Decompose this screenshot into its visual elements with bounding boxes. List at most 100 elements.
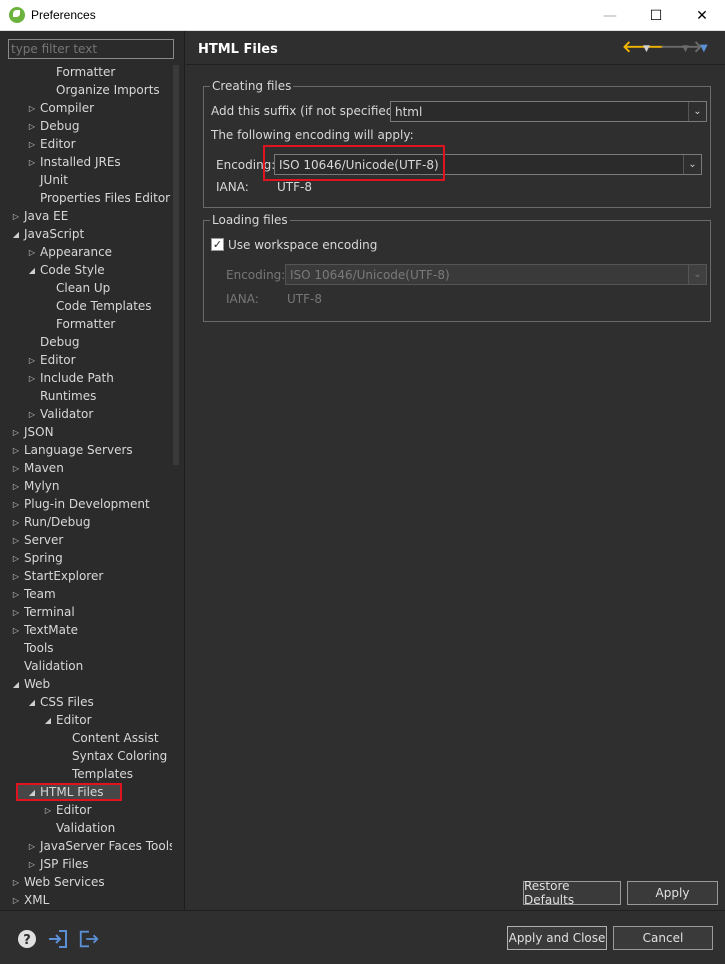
- chevron-right-icon[interactable]: ▷: [40, 806, 56, 815]
- chevron-right-icon[interactable]: ▷: [24, 158, 40, 167]
- tree-item[interactable]: ▷ Web Services: [0, 873, 168, 891]
- chevron-right-icon[interactable]: ▷: [24, 860, 40, 869]
- tree-item[interactable]: Code Templates: [0, 297, 168, 315]
- tree-item[interactable]: ◢ JavaScript: [0, 225, 168, 243]
- tree-item[interactable]: Validation: [0, 819, 168, 837]
- chevron-down-icon[interactable]: ◢: [8, 230, 24, 239]
- tree-item[interactable]: Syntax Coloring: [0, 747, 168, 765]
- chevron-right-icon[interactable]: ▷: [8, 590, 24, 599]
- tree-item[interactable]: ◢ HTML Files: [16, 783, 122, 801]
- chevron-right-icon[interactable]: ▷: [24, 374, 40, 383]
- loading-encoding-combo[interactable]: ISO 10646/Unicode(UTF-8) ⌄: [285, 264, 707, 285]
- chevron-right-icon[interactable]: ▷: [8, 446, 24, 455]
- tree-scrollbar-thumb[interactable]: [173, 65, 179, 465]
- chevron-down-icon[interactable]: ◢: [24, 266, 40, 275]
- chevron-right-icon[interactable]: ▷: [8, 428, 24, 437]
- tree-item[interactable]: ▷ JavaServer Faces Tools: [0, 837, 175, 855]
- chevron-down-icon[interactable]: ◢: [24, 788, 40, 797]
- tree-item[interactable]: Clean Up: [0, 279, 168, 297]
- tree-item[interactable]: Debug: [0, 333, 168, 351]
- tree-item[interactable]: ◢ CSS Files: [0, 693, 168, 711]
- tree-item[interactable]: ◢ Web: [0, 675, 168, 693]
- tree-item[interactable]: Validation: [0, 657, 168, 675]
- tree-item[interactable]: ▷ Mylyn: [0, 477, 168, 495]
- chevron-right-icon[interactable]: ▷: [8, 500, 24, 509]
- tree-item[interactable]: ▷ JSON: [0, 423, 168, 441]
- tree-scrollbar[interactable]: [172, 63, 180, 908]
- chevron-right-icon[interactable]: ▷: [24, 248, 40, 257]
- tree-item[interactable]: Runtimes: [0, 387, 168, 405]
- minimize-button[interactable]: —: [587, 0, 633, 31]
- chevron-down-icon[interactable]: ⌄: [683, 155, 701, 174]
- tree-item[interactable]: ◢ Code Style: [0, 261, 168, 279]
- export-icon[interactable]: [78, 928, 100, 950]
- tree-item[interactable]: ▷ Debug: [0, 117, 168, 135]
- apply-and-close-button[interactable]: Apply and Close: [507, 926, 607, 950]
- use-workspace-checkbox[interactable]: ✓: [211, 238, 224, 251]
- suffix-combo[interactable]: html ⌄: [390, 101, 707, 122]
- tree-item[interactable]: Organize Imports: [0, 81, 168, 99]
- tree-item[interactable]: ▷ Plug-in Development: [0, 495, 168, 513]
- chevron-right-icon[interactable]: ▷: [8, 572, 24, 581]
- chevron-right-icon[interactable]: ▷: [8, 464, 24, 473]
- tree-item[interactable]: ▷ XML: [0, 891, 168, 907]
- tree-item[interactable]: Templates: [0, 765, 168, 783]
- chevron-right-icon[interactable]: ▷: [24, 122, 40, 131]
- tree-item[interactable]: ▷ Team: [0, 585, 168, 603]
- chevron-down-icon[interactable]: ⌄: [688, 265, 706, 284]
- tree-item[interactable]: ▷ Editor: [0, 135, 168, 153]
- tree-item[interactable]: Formatter: [0, 63, 168, 81]
- maximize-button[interactable]: ☐: [633, 0, 679, 31]
- tree-item[interactable]: ▷ Include Path: [0, 369, 168, 387]
- tree-item[interactable]: Tools: [0, 639, 168, 657]
- chevron-right-icon[interactable]: ▷: [24, 140, 40, 149]
- tree-item[interactable]: ▷ Installed JREs: [0, 153, 168, 171]
- tree-item[interactable]: ▷ Terminal: [0, 603, 168, 621]
- chevron-right-icon[interactable]: ▷: [8, 212, 24, 221]
- chevron-down-icon[interactable]: ⌄: [688, 102, 706, 121]
- chevron-down-icon[interactable]: ◢: [40, 716, 56, 725]
- tree-item[interactable]: ▷ Java EE: [0, 207, 168, 225]
- restore-defaults-button[interactable]: Restore Defaults: [523, 879, 621, 907]
- import-icon[interactable]: [47, 928, 69, 950]
- tree-item[interactable]: Content Assist: [0, 729, 168, 747]
- help-icon[interactable]: ?: [16, 928, 38, 950]
- chevron-down-icon[interactable]: ◢: [24, 698, 40, 707]
- tree-item[interactable]: ▷ StartExplorer: [0, 567, 168, 585]
- view-menu-icon[interactable]: ▼: [700, 41, 708, 57]
- chevron-right-icon[interactable]: ▷: [24, 104, 40, 113]
- chevron-right-icon[interactable]: ▷: [8, 896, 24, 905]
- apply-button[interactable]: Apply: [627, 881, 718, 905]
- tree-item[interactable]: ▷ Spring: [0, 549, 168, 567]
- chevron-right-icon[interactable]: ▷: [8, 626, 24, 635]
- tree-item[interactable]: ▷ TextMate: [0, 621, 168, 639]
- tree-item[interactable]: Formatter: [0, 315, 168, 333]
- forward-menu-icon[interactable]: ▼: [682, 41, 689, 57]
- tree-item[interactable]: ◢ Editor: [0, 711, 168, 729]
- chevron-right-icon[interactable]: ▷: [8, 482, 24, 491]
- chevron-right-icon[interactable]: ▷: [8, 554, 24, 563]
- tree-item[interactable]: ▷ Compiler: [0, 99, 168, 117]
- tree-item[interactable]: ▷ Validator: [0, 405, 168, 423]
- tree-item[interactable]: ▷ Editor: [0, 801, 168, 819]
- filter-input[interactable]: [8, 39, 174, 59]
- chevron-right-icon[interactable]: ▷: [24, 356, 40, 365]
- tree-item[interactable]: ▷ JSP Files: [0, 855, 168, 873]
- back-menu-icon[interactable]: ▼: [643, 41, 650, 57]
- tree-item[interactable]: ▷ Maven: [0, 459, 168, 477]
- tree-item[interactable]: Properties Files Editor: [0, 189, 170, 207]
- chevron-down-icon[interactable]: ◢: [8, 680, 24, 689]
- tree-item[interactable]: ▷ Server: [0, 531, 168, 549]
- chevron-right-icon[interactable]: ▷: [8, 518, 24, 527]
- tree-item[interactable]: ▷ Language Servers: [0, 441, 168, 459]
- tree-item[interactable]: ▷ Run/Debug: [0, 513, 168, 531]
- close-button[interactable]: ✕: [679, 0, 725, 31]
- chevron-right-icon[interactable]: ▷: [8, 608, 24, 617]
- chevron-right-icon[interactable]: ▷: [24, 842, 40, 851]
- tree-item[interactable]: JUnit: [0, 171, 168, 189]
- chevron-right-icon[interactable]: ▷: [8, 878, 24, 887]
- chevron-right-icon[interactable]: ▷: [8, 536, 24, 545]
- tree-item[interactable]: ▷ Appearance: [0, 243, 168, 261]
- chevron-right-icon[interactable]: ▷: [24, 410, 40, 419]
- tree-item[interactable]: ▷ Editor: [0, 351, 168, 369]
